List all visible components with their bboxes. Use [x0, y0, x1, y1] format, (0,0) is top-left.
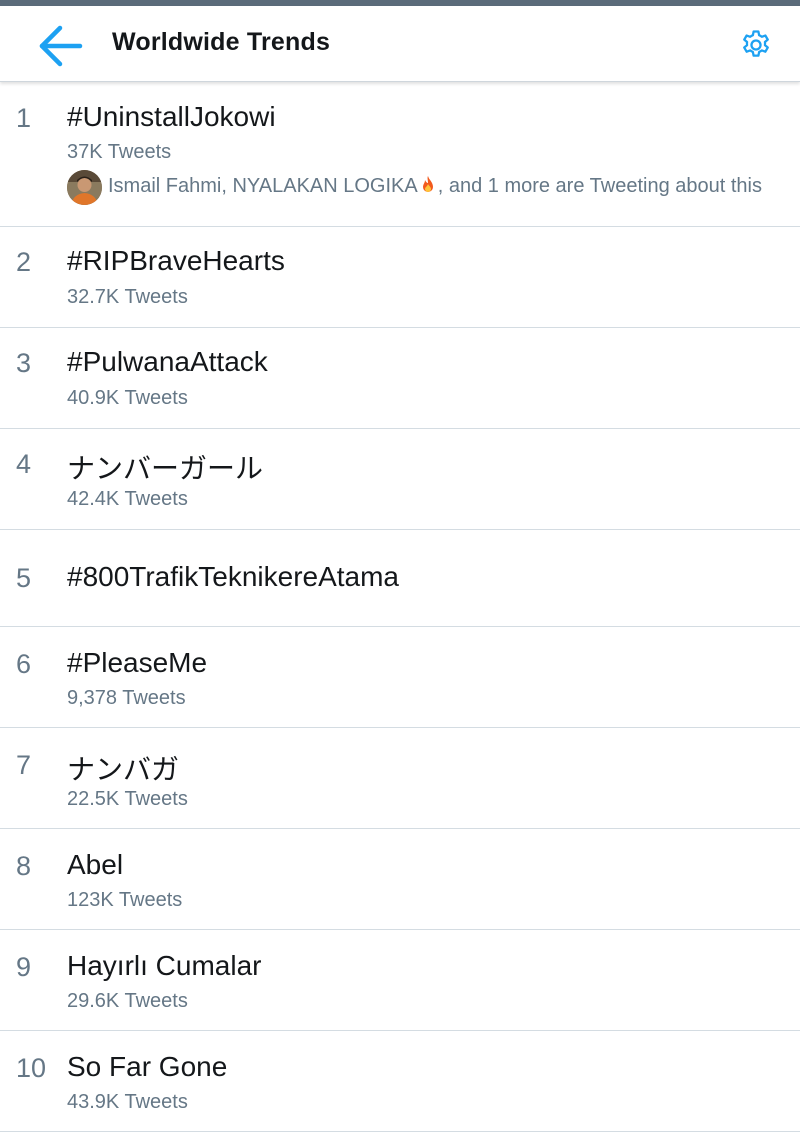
trend-name[interactable]: Hayırlı Cumalar	[67, 950, 261, 982]
context-people[interactable]: Ismail Fahmi, NYALAKAN LOGIKA	[108, 175, 418, 197]
trend-tweet-count: 22.5K Tweets	[67, 788, 188, 810]
trend-row-5[interactable]: 5 #800TrafikTeknikereAtama	[0, 530, 800, 627]
app-header: Worldwide Trends	[0, 6, 800, 82]
trend-row-10[interactable]: 10 So Far Gone 43.9K Tweets	[0, 1031, 800, 1132]
trend-rank: 9	[16, 952, 32, 982]
trend-row-6[interactable]: 6 #PleaseMe 9,378 Tweets	[0, 627, 800, 728]
trend-tweet-count: 37K Tweets	[67, 141, 172, 163]
trend-rank: 7	[16, 750, 32, 780]
trend-context-text: Ismail Fahmi, NYALAKAN LOGIKA , and 1 mor…	[108, 175, 762, 198]
trend-tweet-count: 123K Tweets	[67, 889, 183, 911]
trend-name[interactable]: Abel	[67, 849, 123, 881]
user-avatar[interactable]	[67, 170, 102, 205]
fire-emoji	[422, 176, 433, 192]
trend-rank: 8	[16, 851, 32, 881]
trend-row-2[interactable]: 2 #RIPBraveHearts 32.7K Tweets	[0, 227, 800, 328]
trend-row-3[interactable]: 3 #PulwanaAttack 40.9K Tweets	[0, 328, 800, 429]
trend-tweet-count: 42.4K Tweets	[67, 488, 188, 510]
trend-name[interactable]: ナンバーガール	[67, 447, 263, 487]
trends-list: 1 #UninstallJokowi 37K Tweets Ismail Fah…	[0, 83, 800, 1132]
trend-context: Ismail Fahmi, NYALAKAN LOGIKA , and 1 mor…	[67, 170, 797, 206]
trend-row-4[interactable]: 4 ナンバーガール 42.4K Tweets	[0, 429, 800, 530]
page-title: Worldwide Trends	[112, 28, 331, 56]
gear-icon	[743, 30, 769, 57]
trend-row-7[interactable]: 7 ナンバガ 22.5K Tweets	[0, 728, 800, 829]
trend-name[interactable]: #PleaseMe	[67, 647, 207, 679]
trend-rank: 2	[16, 247, 32, 277]
trend-rank: 3	[16, 348, 32, 378]
trend-name[interactable]: #PulwanaAttack	[67, 346, 268, 378]
trend-rank: 5	[16, 563, 32, 593]
trend-name[interactable]: ナンバガ	[67, 748, 179, 788]
settings-button[interactable]	[739, 28, 773, 62]
trend-name[interactable]: #800TrafikTeknikereAtama	[67, 561, 399, 593]
trend-rank: 10	[16, 1053, 47, 1083]
context-suffix: , and 1 more are Tweeting about this	[437, 175, 762, 197]
trend-tweet-count: 29.6K Tweets	[67, 990, 188, 1012]
trend-row-8[interactable]: 8 Abel 123K Tweets	[0, 829, 800, 930]
trend-rank: 1	[16, 103, 32, 133]
trend-tweet-count: 32.7K Tweets	[67, 286, 188, 308]
trend-rank: 4	[16, 449, 32, 479]
trend-name[interactable]: So Far Gone	[67, 1051, 227, 1083]
trend-tweet-count: 43.9K Tweets	[67, 1091, 188, 1113]
trend-row-9[interactable]: 9 Hayırlı Cumalar 29.6K Tweets	[0, 930, 800, 1031]
trend-tweet-count: 9,378 Tweets	[67, 687, 186, 709]
arrow-left-icon	[39, 25, 83, 67]
trend-name[interactable]: #RIPBraveHearts	[67, 245, 285, 277]
trend-name[interactable]: #UninstallJokowi	[67, 101, 276, 133]
back-button[interactable]	[36, 24, 86, 68]
trend-rank: 6	[16, 649, 32, 679]
trend-row-1[interactable]: 1 #UninstallJokowi 37K Tweets Ismail Fah…	[0, 83, 800, 227]
trend-tweet-count: 40.9K Tweets	[67, 387, 188, 409]
